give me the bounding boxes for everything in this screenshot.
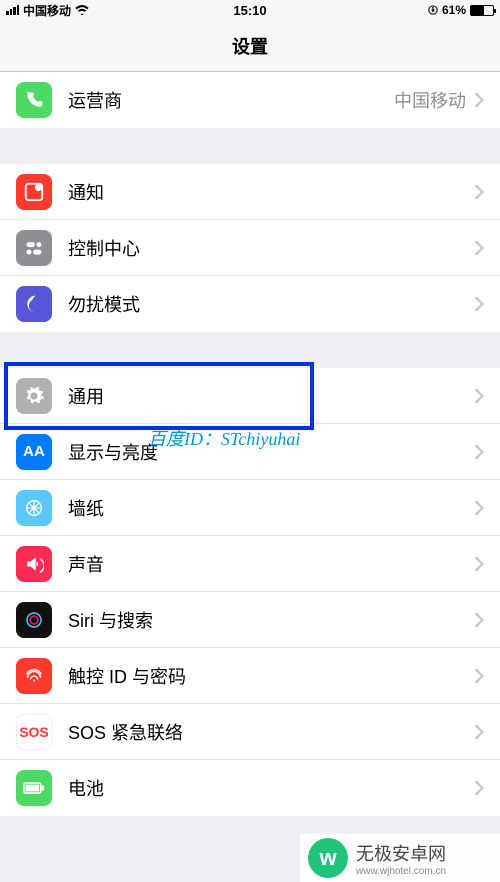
row-label: 勿扰模式 xyxy=(68,291,474,317)
row-label: 控制中心 xyxy=(68,235,474,261)
status-time: 15:10 xyxy=(169,3,332,18)
chevron-right-icon xyxy=(474,500,484,516)
status-bar: 中国移动 15:10 61% xyxy=(0,0,500,20)
control-center-icon xyxy=(16,230,52,266)
orientation-lock-icon xyxy=(428,5,438,15)
row-label: Siri 与搜索 xyxy=(68,607,474,633)
chevron-right-icon xyxy=(474,556,484,572)
wallpaper-icon xyxy=(16,490,52,526)
sos-icon: SOS xyxy=(16,714,52,750)
chevron-right-icon xyxy=(474,240,484,256)
status-left: 中国移动 xyxy=(6,2,169,19)
chevron-right-icon xyxy=(474,388,484,404)
watermark-url: www.wjhotel.com.cn xyxy=(356,866,446,877)
row-label: 运营商 xyxy=(68,87,394,113)
row-label: SOS 紧急联络 xyxy=(68,719,474,745)
row-wallpaper[interactable]: 墙纸 xyxy=(0,480,500,536)
chevron-right-icon xyxy=(474,92,484,108)
siri-icon xyxy=(16,602,52,638)
row-general[interactable]: 通用 xyxy=(0,368,500,424)
row-label: 电池 xyxy=(68,775,474,801)
chevron-right-icon xyxy=(474,296,484,312)
battery-icon xyxy=(470,5,494,16)
gear-icon xyxy=(16,378,52,414)
row-label: 触控 ID 与密码 xyxy=(68,663,474,689)
moon-icon xyxy=(16,286,52,322)
chevron-right-icon xyxy=(474,612,484,628)
row-touchid[interactable]: 触控 ID 与密码 xyxy=(0,648,500,704)
carrier-label: 中国移动 xyxy=(23,2,71,19)
signal-icon xyxy=(6,5,19,15)
row-siri[interactable]: Siri 与搜索 xyxy=(0,592,500,648)
chevron-right-icon xyxy=(474,444,484,460)
row-dnd[interactable]: 勿扰模式 xyxy=(0,276,500,332)
row-label: 显示与亮度 xyxy=(68,439,474,465)
notifications-icon xyxy=(16,174,52,210)
group-general: 通用 AA 显示与亮度 墙纸 声音 Siri 与搜索 触控 ID 与密码 xyxy=(0,368,500,816)
wifi-icon xyxy=(75,5,89,15)
status-right: 61% xyxy=(331,3,494,17)
display-icon: AA xyxy=(16,434,52,470)
row-label: 声音 xyxy=(68,551,474,577)
row-sos[interactable]: SOS SOS 紧急联络 xyxy=(0,704,500,760)
fingerprint-icon xyxy=(16,658,52,694)
battery-pct: 61% xyxy=(442,3,466,17)
phone-icon xyxy=(16,82,52,118)
group-carrier: 运营商 中国移动 xyxy=(0,72,500,128)
sound-icon xyxy=(16,546,52,582)
chevron-right-icon xyxy=(474,184,484,200)
row-detail: 中国移动 xyxy=(394,87,466,113)
row-label: 通知 xyxy=(68,179,474,205)
row-carrier[interactable]: 运营商 中国移动 xyxy=(0,72,500,128)
page-title: 设置 xyxy=(232,33,268,59)
chevron-right-icon xyxy=(474,668,484,684)
nav-header: 设置 xyxy=(0,20,500,72)
watermark-footer: w 无极安卓网 www.wjhotel.com.cn xyxy=(300,834,500,882)
row-control-center[interactable]: 控制中心 xyxy=(0,220,500,276)
row-notifications[interactable]: 通知 xyxy=(0,164,500,220)
chevron-right-icon xyxy=(474,780,484,796)
row-sound[interactable]: 声音 xyxy=(0,536,500,592)
chevron-right-icon xyxy=(474,724,484,740)
watermark-brand: 无极安卓网 xyxy=(356,840,446,866)
row-label: 通用 xyxy=(68,383,474,409)
row-display[interactable]: AA 显示与亮度 xyxy=(0,424,500,480)
group-notifications: 通知 控制中心 勿扰模式 xyxy=(0,164,500,332)
row-label: 墙纸 xyxy=(68,495,474,521)
battery-row-icon xyxy=(16,770,52,806)
row-battery[interactable]: 电池 xyxy=(0,760,500,816)
watermark-logo-icon: w xyxy=(308,838,348,878)
